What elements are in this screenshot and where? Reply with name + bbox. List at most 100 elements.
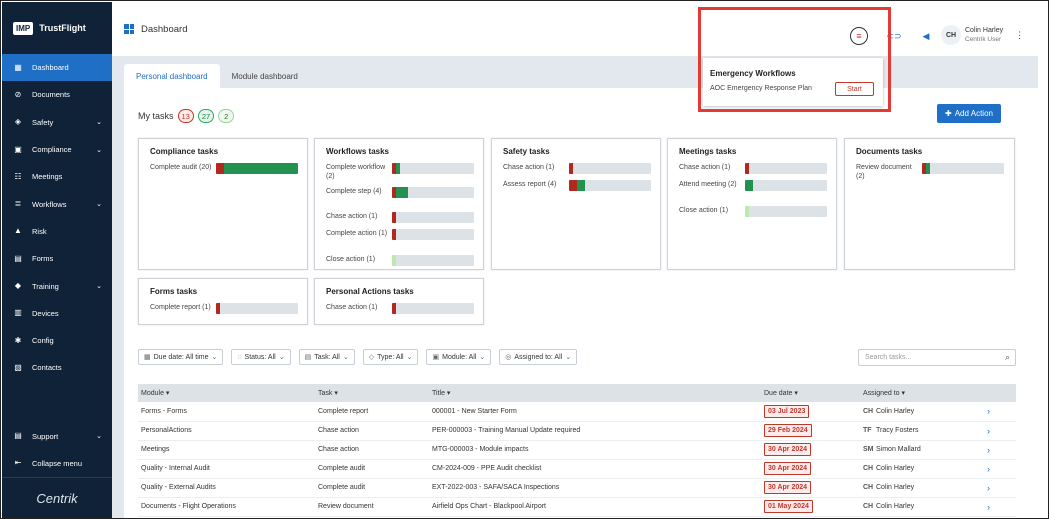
filter-task[interactable]: ▤ Task: All ⌄ xyxy=(298,349,355,365)
gear-icon: ✱ xyxy=(14,335,22,345)
column-header[interactable]: Due date ▾ xyxy=(761,384,860,402)
sort-icon: ▾ xyxy=(334,390,338,397)
table-row[interactable]: Meetings Chase action MTG-000003 - Module … xyxy=(138,440,1016,460)
search-input[interactable]: Search tasks... ⌕ xyxy=(858,349,1016,366)
sidebar-item-safety[interactable]: ◈ Safety ⌄ xyxy=(2,109,112,136)
sidebar-item-dashboard[interactable]: ▦ Dashboard xyxy=(2,54,112,82)
task-card-workflows-tasks[interactable]: Workflows tasks Complete workflow (2) Comp… xyxy=(314,138,484,270)
task-progress-bar[interactable] xyxy=(569,180,651,191)
sidebar-item-forms[interactable]: ▤ Forms xyxy=(2,245,112,272)
task-row-label[interactable]: Complete step (4) xyxy=(326,187,390,196)
assignee-initials: CH xyxy=(863,407,874,415)
task-row-label[interactable]: Complete workflow (2) xyxy=(326,163,390,181)
sidebar-item-config[interactable]: ✱ Config xyxy=(2,327,112,354)
task-row-label[interactable]: Review document (2) xyxy=(856,163,920,181)
cell-title: CM-2024-009 - PPE Audit checklist xyxy=(429,459,761,479)
more-vertical-icon[interactable]: ⋮ xyxy=(1015,30,1024,41)
sidebar-item-devices[interactable]: ▥ Devices xyxy=(2,300,112,327)
table-row[interactable]: Quality - External Audits Complete audit E… xyxy=(138,478,1016,498)
task-card-compliance-tasks[interactable]: Compliance tasks Complete audit (20) xyxy=(138,138,308,270)
task-card-documents-tasks[interactable]: Documents tasks Review document (2) xyxy=(844,138,1015,270)
dashboard-icon: ▦ xyxy=(14,62,22,72)
sidebar-item-training[interactable]: ◆ Training ⌄ xyxy=(2,272,112,299)
column-header[interactable]: Assigned to ▾ xyxy=(860,384,984,402)
collapse-menu-button[interactable]: ⇤ Collapse menu xyxy=(2,450,112,477)
task-progress-bar[interactable] xyxy=(392,212,474,223)
task-progress-bar[interactable] xyxy=(392,163,474,174)
sidebar-item-meetings[interactable]: ☷ Meetings xyxy=(2,163,112,190)
megaphone-icon[interactable]: ◀ xyxy=(917,27,935,45)
task-progress-bar[interactable] xyxy=(745,163,827,174)
sidebar-bottom: ▤ Support ⌄ ⇤ Collapse menu Centrik xyxy=(2,422,112,518)
column-header[interactable]: Module ▾ xyxy=(138,384,315,402)
filter-type[interactable]: ◇ Type: All ⌄ xyxy=(362,349,419,365)
task-progress-bar[interactable] xyxy=(392,303,474,314)
task-card-forms-tasks[interactable]: Forms tasks Complete report (1) xyxy=(138,278,308,325)
chevron-right-icon[interactable]: › xyxy=(984,440,1016,460)
task-row-label[interactable]: Close action (1) xyxy=(679,206,743,215)
dashboard-panel: My tasks 13 27 2 ✚ Add Action Compliance… xyxy=(124,88,1038,518)
task-progress-bar[interactable] xyxy=(922,163,1004,174)
column-header[interactable]: Title ▾ xyxy=(429,384,761,402)
task-progress-bar[interactable] xyxy=(745,180,827,191)
task-row-label[interactable]: Close action (1) xyxy=(326,255,390,264)
task-progress-bar[interactable] xyxy=(392,255,474,266)
task-row-label[interactable]: Complete audit (20) xyxy=(150,163,214,172)
column-header[interactable]: Task ▾ xyxy=(315,384,429,402)
task-row-label[interactable]: Chase action (1) xyxy=(679,163,743,172)
task-row-label[interactable]: Assess report (4) xyxy=(503,180,567,189)
user-menu[interactable]: CH Colin Harley Centrik User ⋮ xyxy=(941,25,1024,45)
filter-module[interactable]: ▣ Module: All ⌄ xyxy=(426,349,492,365)
sidebar-item-support[interactable]: ▤ Support ⌄ xyxy=(2,422,112,449)
sidebar-item-contacts[interactable]: ▧ Contacts xyxy=(2,354,112,381)
tab-personal-dashboard[interactable]: Personal dashboard xyxy=(124,64,220,88)
status-icon: ◌ xyxy=(237,353,242,361)
task-progress-bar[interactable] xyxy=(745,206,827,217)
task-card-safety-tasks[interactable]: Safety tasks Chase action (1) Assess repor… xyxy=(491,138,661,270)
tab-module-dashboard[interactable]: Module dashboard xyxy=(220,64,310,88)
chevron-right-icon[interactable]: › xyxy=(984,402,1016,422)
assignee-name: Tracy Fosters xyxy=(876,427,919,434)
task-progress-bar[interactable] xyxy=(392,187,474,198)
sidebar-item-documents[interactable]: ⊘ Documents xyxy=(2,81,112,108)
task-progress-bar[interactable] xyxy=(216,163,298,174)
task-row-label[interactable]: Complete report (1) xyxy=(150,303,214,312)
table-row[interactable]: Forms - Forms Complete report 000001 - New… xyxy=(138,402,1016,422)
task-card-personal-actions-tasks[interactable]: Personal Actions tasks Chase action (1) xyxy=(314,278,484,325)
filter-assigned-to[interactable]: ◎ Assigned to: All ⌄ xyxy=(499,349,578,365)
cell-assigned: SM Simon Mallard xyxy=(860,440,984,460)
sidebar-item-risk[interactable]: ▲ Risk xyxy=(2,218,112,245)
table-row[interactable]: Documents - Flight Operations Review docu… xyxy=(138,497,1016,517)
task-row-label[interactable]: Attend meeting (2) xyxy=(679,180,743,189)
chevron-down-icon: ⌄ xyxy=(406,354,413,361)
add-action-button[interactable]: ✚ Add Action xyxy=(937,104,1001,123)
task-row-label[interactable]: Chase action (1) xyxy=(326,212,390,221)
sidebar-item-workflows[interactable]: ≣ Workflows ⌄ xyxy=(2,190,112,217)
filter-due-date[interactable]: ▦ Due date: All time ⌄ xyxy=(138,349,224,365)
task-row-label[interactable]: Complete action (1) xyxy=(326,229,390,238)
table-row[interactable]: PersonalActions Chase action PER-000003 - … xyxy=(138,421,1016,441)
overdue-count-badge: 13 xyxy=(177,109,194,123)
due-date-badge: 01 May 2024 xyxy=(764,500,813,513)
cell-due-date: 29 Feb 2024 xyxy=(761,421,860,441)
table-row[interactable]: Quality - Internal Audit Complete audit CM… xyxy=(138,459,1016,479)
task-progress-bar[interactable] xyxy=(392,229,474,240)
task-progress-bar[interactable] xyxy=(216,303,298,314)
chevron-right-icon[interactable]: › xyxy=(984,478,1016,498)
sidebar-item-label: Config xyxy=(32,336,54,346)
chevron-right-icon[interactable]: › xyxy=(984,497,1016,517)
sidebar-item-compliance[interactable]: ▣ Compliance ⌄ xyxy=(2,136,112,163)
cell-due-date: 30 Apr 2024 xyxy=(761,440,860,460)
task-progress-bar[interactable] xyxy=(569,163,651,174)
task-card-meetings-tasks[interactable]: Meetings tasks Chase action (1) Attend mee… xyxy=(667,138,837,270)
filter-status[interactable]: ◌ Status: All ⌄ xyxy=(231,349,291,365)
chevron-right-icon[interactable]: › xyxy=(984,421,1016,441)
task-row-label[interactable]: Chase action (1) xyxy=(326,303,390,312)
task-row-label[interactable]: Chase action (1) xyxy=(503,163,567,172)
bar-overdue-segment xyxy=(392,303,397,314)
sort-icon: ▾ xyxy=(446,390,451,397)
chevron-right-icon[interactable]: › xyxy=(984,459,1016,479)
briefcase-icon: ▣ xyxy=(14,144,22,154)
bar-due-segment xyxy=(396,163,401,174)
column-header-label: Due date xyxy=(764,390,793,397)
